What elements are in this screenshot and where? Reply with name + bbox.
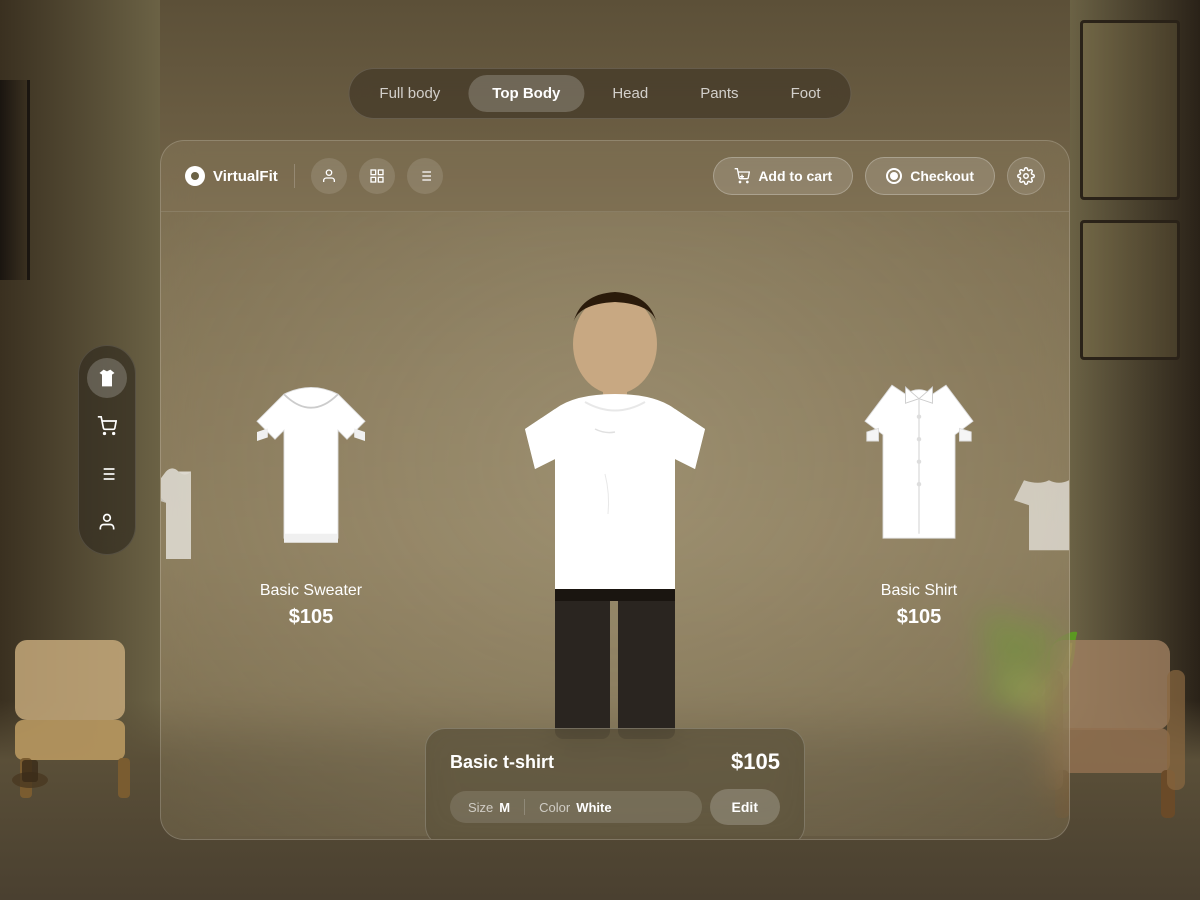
sidebar-item-shirt[interactable] xyxy=(87,358,127,398)
header-divider xyxy=(294,164,295,188)
tab-top-body[interactable]: Top Body xyxy=(468,75,584,112)
card-product-price: $105 xyxy=(731,749,780,775)
color-value: White xyxy=(576,800,611,815)
color-label: Color xyxy=(539,800,570,815)
product-left[interactable]: Basic Sweater $105 xyxy=(221,366,401,629)
product-right[interactable]: Basic Shirt $105 xyxy=(829,366,1009,629)
checkout-button[interactable]: Checkout xyxy=(865,157,995,195)
sweater-price: $105 xyxy=(221,606,401,629)
bottom-info-card: Basic t-shirt $105 Size M Color White Ed… xyxy=(425,728,805,840)
list-view-button[interactable] xyxy=(407,158,443,194)
app-container: VirtualFit Add to cart Checkout xyxy=(160,140,1070,840)
shirt-name: Basic Shirt xyxy=(829,582,1009,600)
sidebar-item-profile[interactable] xyxy=(87,502,127,542)
window-bottom xyxy=(1080,220,1180,360)
grid-view-button[interactable] xyxy=(359,158,395,194)
partial-product-right[interactable] xyxy=(1009,455,1070,580)
settings-button[interactable] xyxy=(1007,157,1045,195)
card-product-name: Basic t-shirt xyxy=(450,752,554,773)
card-row-title: Basic t-shirt $105 xyxy=(450,749,780,775)
sweater-name: Basic Sweater xyxy=(221,582,401,600)
size-value: M xyxy=(499,800,510,815)
edit-button[interactable]: Edit xyxy=(710,789,780,825)
attr-divider xyxy=(524,799,525,815)
add-to-cart-label: Add to cart xyxy=(758,168,832,184)
brand-dot xyxy=(185,166,205,186)
sweater-image xyxy=(221,366,401,566)
brand-name: VirtualFit xyxy=(213,168,278,185)
tab-head[interactable]: Head xyxy=(588,75,672,112)
checkout-label: Checkout xyxy=(910,168,974,184)
tab-pants[interactable]: Pants xyxy=(676,75,762,112)
left-sidebar xyxy=(78,345,136,555)
app-header: VirtualFit Add to cart Checkout xyxy=(161,141,1069,212)
size-color-group: Size M Color White xyxy=(450,791,702,823)
model-svg xyxy=(465,274,765,774)
shirt-image xyxy=(829,366,1009,566)
furniture-left xyxy=(10,630,140,800)
app-content: Basic Sweater $105 xyxy=(161,212,1069,836)
sidebar-item-list[interactable] xyxy=(87,454,127,494)
window-top xyxy=(1080,20,1180,200)
window-left xyxy=(0,80,30,280)
add-to-cart-button[interactable]: Add to cart xyxy=(713,157,853,195)
tab-foot[interactable]: Foot xyxy=(767,75,845,112)
person-view-button[interactable] xyxy=(311,158,347,194)
size-label: Size xyxy=(468,800,493,815)
card-row-details: Size M Color White Edit xyxy=(450,789,780,825)
shirt-price: $105 xyxy=(829,606,1009,629)
tab-full-body[interactable]: Full body xyxy=(355,75,464,112)
brand-logo: VirtualFit xyxy=(185,166,278,186)
sidebar-item-cart[interactable] xyxy=(87,406,127,446)
top-navigation: Full body Top Body Head Pants Foot xyxy=(348,68,851,119)
